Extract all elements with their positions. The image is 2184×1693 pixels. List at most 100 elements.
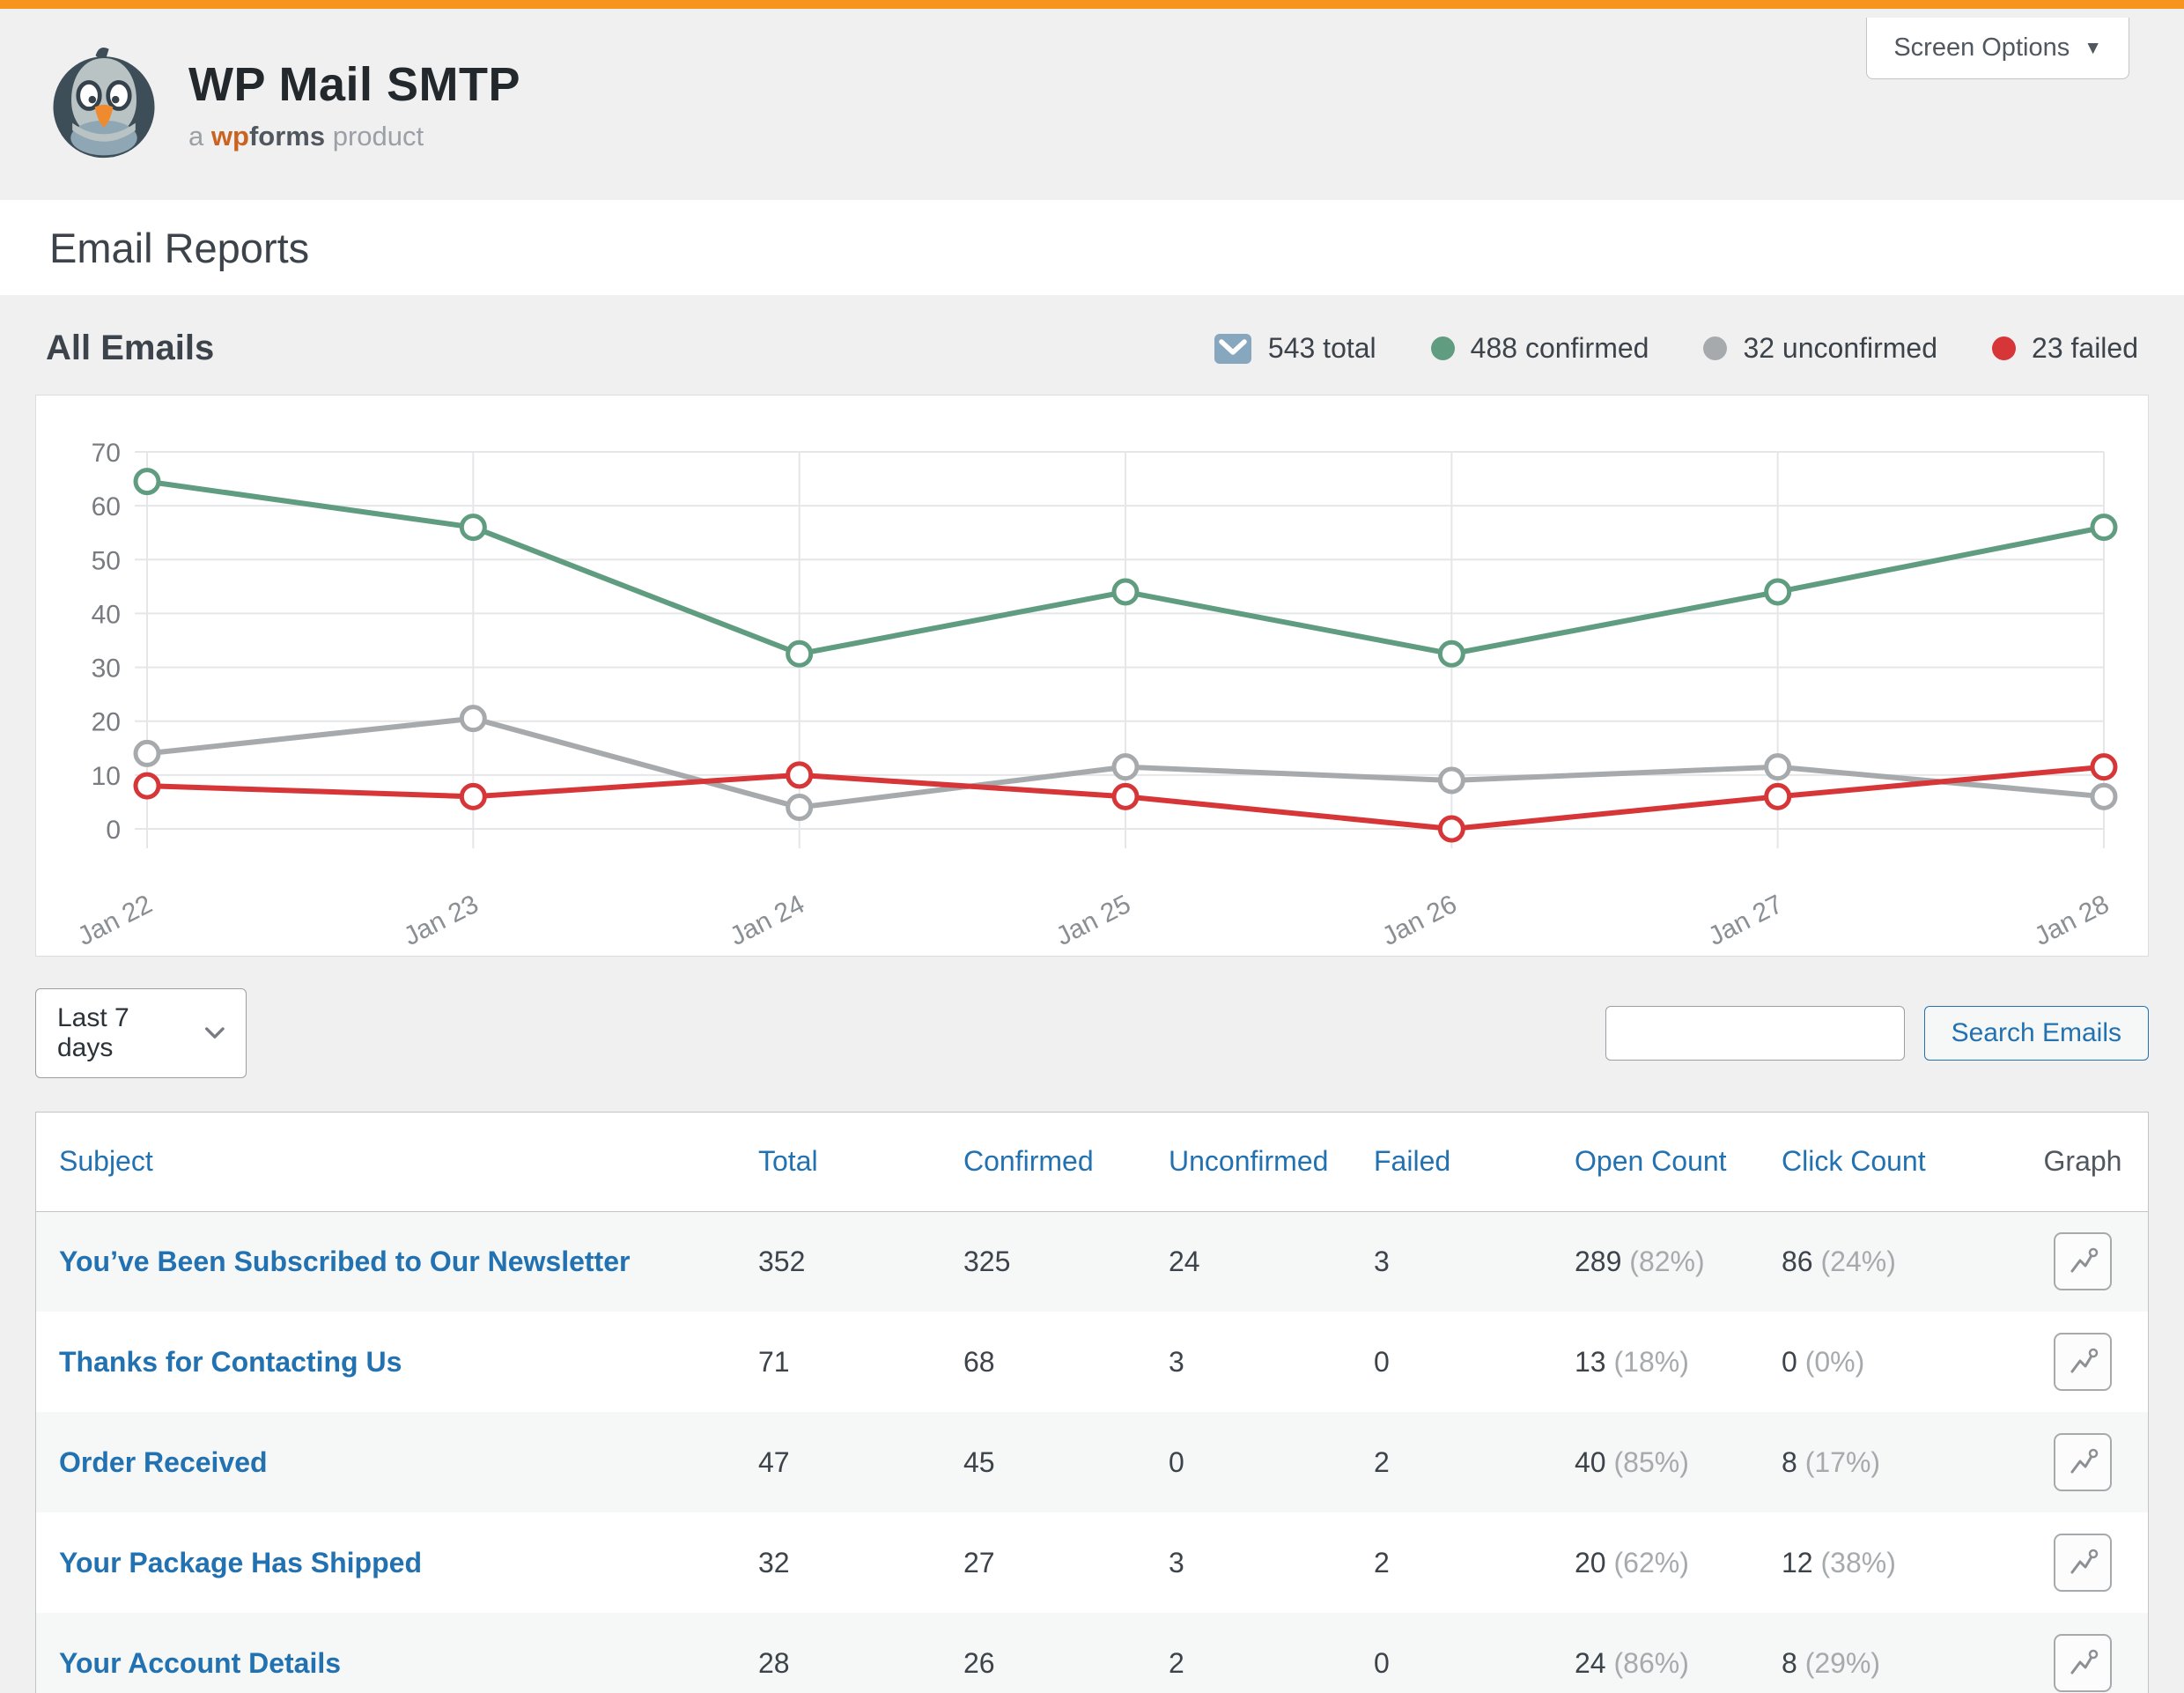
column-header-click-count[interactable]: Click Count <box>1782 1113 2018 1211</box>
click-count-value: 0 <box>1782 1346 1805 1378</box>
tagline-wp: wp <box>211 121 249 152</box>
confirmed-value: 325 <box>963 1246 1010 1277</box>
column-header-unconfirmed[interactable]: Unconfirmed <box>1169 1113 1374 1211</box>
row-graph-button[interactable] <box>2054 1634 2112 1692</box>
email-line-chart: 010203040506070Jan 22Jan 23Jan 24Jan 25J… <box>59 422 2123 950</box>
chevron-down-icon <box>205 1026 225 1040</box>
table-row: You’ve Been Subscribed to Our Newsletter… <box>36 1211 2148 1312</box>
x-axis-tick-label: Jan 28 <box>2030 890 2114 951</box>
summary-row: All Emails 543 total 488 confirmed 32 unco… <box>46 329 2138 368</box>
unconfirmed-value: 3 <box>1169 1547 1184 1578</box>
tagline-forms: forms <box>249 121 325 152</box>
data-point-unconfirmed <box>461 707 484 730</box>
email-subject-link[interactable]: Your Package Has Shipped <box>59 1547 422 1578</box>
column-header-failed[interactable]: Failed <box>1374 1113 1575 1211</box>
x-axis-tick-label: Jan 23 <box>399 890 483 951</box>
click-count-value: 12 <box>1782 1547 1820 1578</box>
confirmed-value: 26 <box>963 1647 995 1679</box>
click-count-percent: (24%) <box>1820 1246 1895 1277</box>
legend-item: 488 confirmed <box>1431 332 1649 365</box>
data-point-unconfirmed <box>1767 756 1789 779</box>
date-range-select[interactable]: Last 7 days <box>35 988 247 1078</box>
tagline-suffix: product <box>333 121 424 152</box>
legend-item: 23 failed <box>1992 332 2138 365</box>
search-input[interactable] <box>1605 1006 1905 1061</box>
app-header: WP Mail SMTP a wpforms product Screen Op… <box>0 9 2184 200</box>
legend-dot-icon <box>1431 336 1455 360</box>
legend-label: 488 confirmed <box>1471 332 1649 365</box>
y-axis-tick-label: 70 <box>92 439 121 468</box>
section-title: All Emails <box>46 329 214 368</box>
open-count-value: 40 <box>1575 1446 1613 1478</box>
column-header-open-count[interactable]: Open Count <box>1575 1113 1782 1211</box>
column-header-subject[interactable]: Subject <box>36 1113 758 1211</box>
column-header-confirmed[interactable]: Confirmed <box>963 1113 1169 1211</box>
y-axis-tick-label: 40 <box>92 600 121 629</box>
legend-dot-icon <box>1703 336 1727 360</box>
email-subject-link[interactable]: You’ve Been Subscribed to Our Newsletter <box>59 1246 630 1277</box>
legend-label: 543 total <box>1268 332 1376 365</box>
open-count-percent: (18%) <box>1613 1346 1688 1378</box>
confirmed-value: 27 <box>963 1547 995 1578</box>
open-count-value: 20 <box>1575 1547 1613 1578</box>
legend-label: 23 failed <box>2032 332 2138 365</box>
total-value: 32 <box>758 1547 790 1578</box>
table-row: Order Received47450240 (85%)8 (17%) <box>36 1412 2148 1512</box>
row-graph-button[interactable] <box>2054 1534 2112 1592</box>
data-point-confirmed <box>2092 516 2115 539</box>
app-title: WP Mail SMTP <box>188 57 520 112</box>
tagline-prefix: a <box>188 121 203 152</box>
screen-options-label: Screen Options <box>1893 33 2070 63</box>
email-subject-link[interactable]: Order Received <box>59 1446 268 1478</box>
confirmed-value: 68 <box>963 1346 995 1378</box>
row-graph-button[interactable] <box>2054 1333 2112 1391</box>
click-count-value: 8 <box>1782 1446 1805 1478</box>
total-value: 71 <box>758 1346 790 1378</box>
data-point-failed <box>136 774 159 797</box>
legend-item: 32 unconfirmed <box>1703 332 1937 365</box>
legend: 543 total 488 confirmed 32 unconfirmed 23 f… <box>1214 332 2138 365</box>
search-group: Search Emails <box>1605 1006 2149 1061</box>
open-count-percent: (82%) <box>1629 1246 1704 1277</box>
total-value: 47 <box>758 1446 790 1478</box>
row-graph-button[interactable] <box>2054 1232 2112 1290</box>
email-reports-table: SubjectTotalConfirmedUnconfirmedFailedOp… <box>36 1113 2148 1693</box>
y-axis-tick-label: 10 <box>92 762 121 791</box>
click-count-percent: (0%) <box>1805 1346 1865 1378</box>
data-point-failed <box>1114 785 1137 808</box>
line-chart-icon <box>2067 1446 2099 1478</box>
data-point-confirmed <box>1440 642 1463 665</box>
screen-options-button[interactable]: Screen Options ▼ <box>1866 18 2129 79</box>
x-axis-tick-label: Jan 22 <box>73 890 157 951</box>
click-count-percent: (38%) <box>1820 1547 1895 1578</box>
email-subject-link[interactable]: Thanks for Contacting Us <box>59 1346 402 1378</box>
line-chart-icon <box>2067 1647 2099 1679</box>
y-axis-tick-label: 50 <box>92 546 121 575</box>
open-count-value: 289 <box>1575 1246 1629 1277</box>
x-axis-tick-label: Jan 25 <box>1051 890 1135 951</box>
data-point-confirmed <box>1767 580 1789 603</box>
legend-dot-icon <box>1992 336 2016 360</box>
failed-value: 2 <box>1374 1446 1390 1478</box>
data-point-unconfirmed <box>136 742 159 765</box>
column-header-total[interactable]: Total <box>758 1113 963 1211</box>
search-emails-button[interactable]: Search Emails <box>1924 1006 2149 1061</box>
line-chart-icon <box>2067 1346 2099 1378</box>
confirmed-value: 45 <box>963 1446 995 1478</box>
data-point-unconfirmed <box>788 796 811 819</box>
email-subject-link[interactable]: Your Account Details <box>59 1647 341 1679</box>
data-point-confirmed <box>788 642 811 665</box>
open-count-value: 13 <box>1575 1346 1613 1378</box>
click-count-percent: (29%) <box>1805 1647 1880 1679</box>
date-range-value: Last 7 days <box>57 1003 170 1063</box>
line-chart-icon <box>2067 1547 2099 1578</box>
data-point-failed <box>1440 817 1463 840</box>
pigeon-mascot-icon <box>46 44 162 160</box>
chevron-down-icon: ▼ <box>2084 38 2102 59</box>
email-chart-panel: 010203040506070Jan 22Jan 23Jan 24Jan 25J… <box>35 395 2149 957</box>
open-count-percent: (62%) <box>1613 1547 1688 1578</box>
failed-value: 0 <box>1374 1647 1390 1679</box>
table-row: Thanks for Contacting Us71683013 (18%)0 … <box>36 1312 2148 1412</box>
data-point-unconfirmed <box>1114 756 1137 779</box>
row-graph-button[interactable] <box>2054 1433 2112 1491</box>
